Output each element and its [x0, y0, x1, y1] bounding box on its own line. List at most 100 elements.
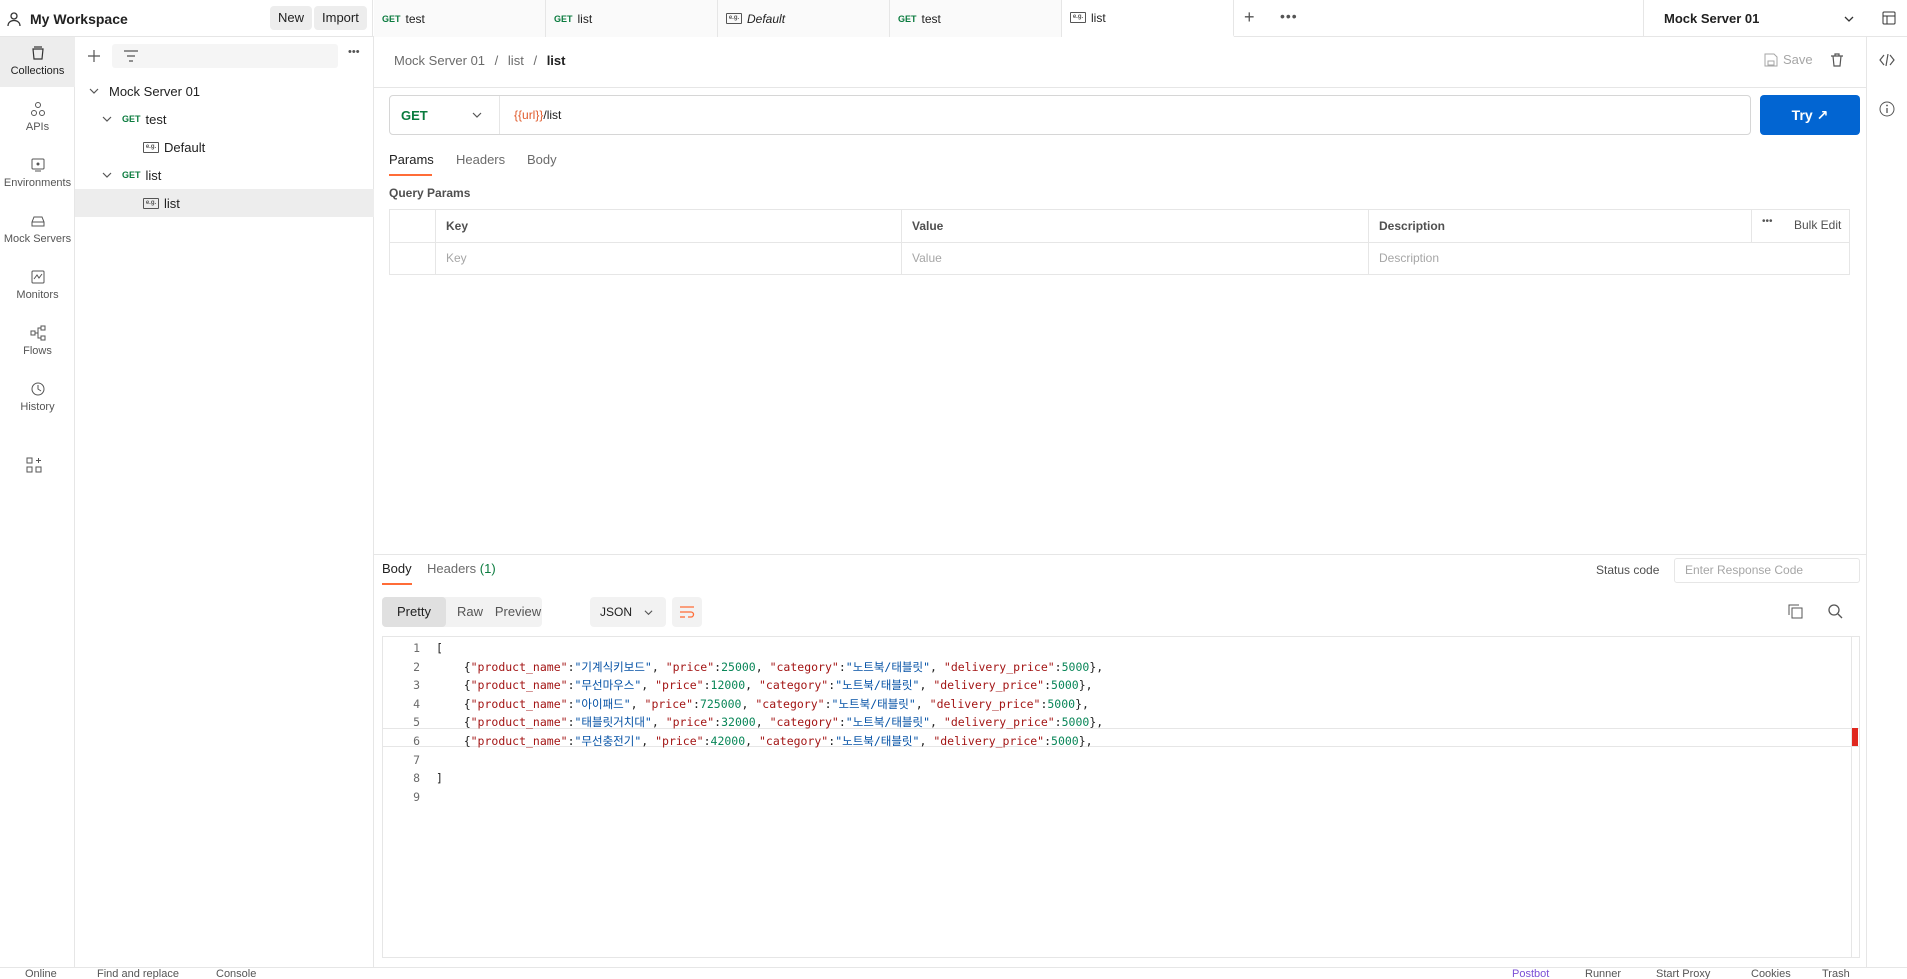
chevron-down-icon: [89, 88, 99, 94]
tab-label: Default: [747, 11, 786, 26]
tab-request-list[interactable]: GET list: [546, 0, 718, 37]
sidebar-item-get-list[interactable]: GET list: [75, 161, 374, 189]
tab-example-list[interactable]: e.g. list: [1062, 0, 1234, 37]
method-select[interactable]: GET: [390, 96, 500, 134]
add-collection-plus-icon[interactable]: [88, 50, 100, 62]
breadcrumb-request[interactable]: list: [508, 53, 524, 68]
view-preview-button[interactable]: Preview: [488, 597, 548, 627]
left-nav: Collections APIs Environments Mock Serve…: [0, 37, 75, 967]
user-icon: [7, 11, 21, 26]
trash-icon[interactable]: [1831, 53, 1843, 67]
code-text: ]: [436, 771, 443, 786]
line-number: 3: [413, 678, 420, 693]
code-text: {"product_name":"무선충전기", "price":42000, …: [436, 734, 1093, 748]
search-icon[interactable]: [1828, 604, 1843, 619]
status-code-input[interactable]: Enter Response Code: [1674, 558, 1860, 583]
code-line: 3 {"product_name":"무선마우스", "price":12000…: [383, 676, 1093, 694]
view-pretty-button[interactable]: Pretty: [382, 597, 446, 627]
line-number: 4: [413, 696, 420, 711]
sidebar-filter-input[interactable]: [112, 44, 338, 68]
code-line: 8]: [383, 769, 443, 787]
new-tab-plus-icon[interactable]: +: [1244, 8, 1255, 26]
line-number: 1: [413, 641, 420, 655]
import-button[interactable]: Import: [314, 6, 367, 30]
status-find-replace[interactable]: Find and replace: [97, 968, 179, 979]
info-icon[interactable]: [1879, 101, 1895, 117]
column-header-value: Value: [912, 219, 944, 233]
status-start-proxy[interactable]: Start Proxy: [1656, 968, 1710, 979]
bulk-edit-button[interactable]: Bulk Edit: [1794, 218, 1841, 232]
tab-headers[interactable]: Headers: [456, 152, 505, 167]
nav-environments[interactable]: Environments: [0, 149, 75, 199]
tab-example-default[interactable]: e.g. Default: [718, 0, 890, 37]
example-icon: e.g.: [143, 141, 159, 153]
environments-icon: [31, 158, 44, 172]
view-raw-button[interactable]: Raw: [446, 597, 494, 627]
tab-request-test-2[interactable]: GET test: [890, 0, 1062, 37]
response-body-editor[interactable]: 1[2 {"product_name":"기계식키보드", "price":25…: [382, 636, 1860, 958]
collection-mock-server-01[interactable]: Mock Server 01: [75, 77, 374, 105]
nav-collections[interactable]: Collections: [0, 37, 75, 87]
workspace-name[interactable]: My Workspace: [30, 11, 128, 27]
url-input[interactable]: {{url}}/list: [514, 108, 561, 122]
response-tab-body[interactable]: Body: [382, 561, 412, 576]
active-tab-underline: [389, 174, 432, 176]
format-select[interactable]: JSON: [590, 597, 666, 627]
response-tab-headers[interactable]: Headers (1): [427, 561, 496, 576]
url-bar: GET {{url}}/list: [389, 95, 1751, 135]
example-icon: e.g.: [726, 13, 742, 24]
save-button[interactable]: Save: [1764, 52, 1813, 67]
workspace-header: My Workspace New Import: [0, 0, 373, 37]
nav-mock-servers[interactable]: Mock Servers: [0, 205, 75, 255]
chevron-down-icon: [472, 112, 482, 118]
key-input[interactable]: Key: [446, 251, 467, 265]
sidebar-item-get-test[interactable]: GET test: [75, 105, 374, 133]
value-input[interactable]: Value: [912, 251, 942, 265]
breadcrumb-separator: /: [494, 53, 499, 68]
request-name: test: [145, 111, 167, 127]
request-name: list: [145, 167, 162, 183]
nav-label: APIs: [25, 121, 50, 133]
sidebar-item-list-example[interactable]: e.g. list: [75, 189, 374, 217]
line-number: 7: [413, 752, 420, 767]
code-line: 4 {"product_name":"아이패드", "price":725000…: [383, 695, 1089, 713]
try-button[interactable]: Try ↗: [1760, 95, 1860, 135]
nav-history[interactable]: History: [0, 373, 75, 423]
new-button[interactable]: New: [270, 6, 313, 30]
nav-monitors[interactable]: Monitors: [0, 261, 75, 311]
example-icon: e.g.: [143, 197, 159, 209]
wrap-lines-button[interactable]: [672, 597, 702, 627]
tab-overflow-more-icon[interactable]: •••: [1280, 8, 1298, 24]
breadcrumb-collection[interactable]: Mock Server 01: [394, 53, 485, 68]
divider: [374, 87, 1866, 88]
view-mode-group: Pretty Raw Preview: [382, 597, 542, 627]
code-line: 6 {"product_name":"무선충전기", "price":42000…: [383, 732, 1093, 750]
configure-sidebar-icon[interactable]: [26, 457, 42, 473]
tab-params[interactable]: Params: [389, 152, 434, 167]
status-runner[interactable]: Runner: [1585, 968, 1621, 979]
main-panel: Mock Server 01 / list / list Save GET {{…: [374, 37, 1866, 967]
code-snippet-icon[interactable]: [1879, 54, 1895, 66]
breadcrumb-separator: /: [533, 53, 538, 68]
status-console[interactable]: Console: [216, 968, 256, 979]
headers-label: Headers: [427, 561, 477, 576]
tab-body[interactable]: Body: [527, 152, 557, 167]
status-trash[interactable]: Trash: [1822, 968, 1850, 979]
status-postbot[interactable]: Postbot: [1512, 968, 1549, 979]
table-more-icon[interactable]: •••: [1762, 216, 1773, 227]
environment-quick-look-icon[interactable]: [1882, 11, 1896, 25]
editor-scrollbar[interactable]: [1851, 637, 1859, 957]
nav-apis[interactable]: APIs: [0, 93, 75, 143]
environment-selector[interactable]: Mock Server 01: [1643, 0, 1873, 37]
status-online[interactable]: Online: [25, 968, 57, 979]
copy-icon[interactable]: [1788, 604, 1803, 619]
headers-count: (1): [479, 561, 496, 576]
nav-flows[interactable]: Flows: [0, 317, 75, 367]
sidebar-item-default-example[interactable]: e.g. Default: [75, 133, 374, 161]
sidebar-more-icon[interactable]: •••: [348, 46, 360, 58]
tab-request-test[interactable]: GET test: [374, 0, 546, 37]
save-label: Save: [1783, 52, 1813, 67]
status-cookies[interactable]: Cookies: [1751, 968, 1791, 979]
description-input[interactable]: Description: [1379, 251, 1439, 265]
filter-icon: [124, 50, 138, 62]
